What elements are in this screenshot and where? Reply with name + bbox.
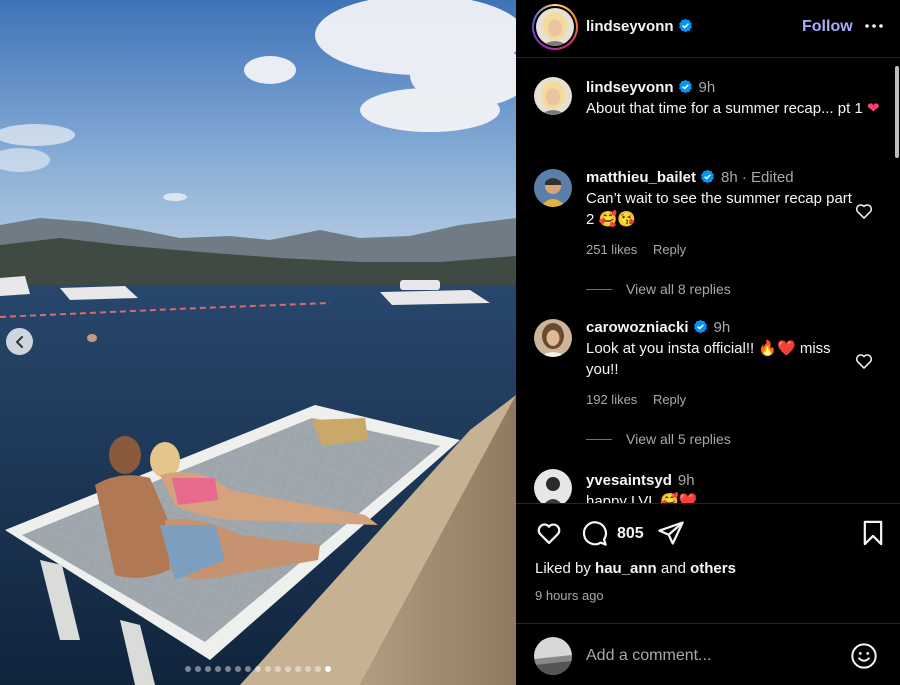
view-replies-label[interactable]: View all 8 replies xyxy=(626,281,731,297)
comment-text: happy LVL 🥰❤️ xyxy=(586,493,698,503)
carousel-dot xyxy=(305,666,311,672)
add-comment-bar xyxy=(516,623,900,685)
comment-time[interactable]: 9h xyxy=(678,472,695,489)
liked-by: Liked by hau_ann and others xyxy=(535,560,736,577)
comments-scrollbar-thumb[interactable] xyxy=(895,66,899,158)
comment-likes[interactable]: 251 likes xyxy=(586,242,637,257)
follow-button[interactable]: Follow xyxy=(802,18,853,36)
carousel-dot xyxy=(185,666,191,672)
verified-icon xyxy=(678,79,692,94)
post-actions: 805 Liked by hau_ann and others 9 hours … xyxy=(516,503,900,623)
carousel-dot xyxy=(255,666,261,672)
view-replies-label[interactable]: View all 5 replies xyxy=(626,431,731,447)
commenter-username[interactable]: yvesaintsyd xyxy=(586,472,672,489)
post-photo[interactable] xyxy=(0,0,516,685)
caption-time[interactable]: 9h xyxy=(699,79,716,96)
liked-by-prefix: Liked by xyxy=(535,560,591,577)
view-replies-button[interactable]: View all 5 replies xyxy=(586,431,731,447)
comment-count: 805 xyxy=(617,525,644,542)
liked-by-user[interactable]: hau_ann xyxy=(595,560,657,577)
comments-list[interactable]: lindseyvonn 9h About that time for a summ… xyxy=(516,59,900,503)
carousel-dot xyxy=(275,666,281,672)
comment-text: Look at you insta official!! 🔥❤️ miss yo… xyxy=(586,340,831,378)
caption-username[interactable]: lindseyvonn xyxy=(586,79,674,96)
chevron-left-icon xyxy=(15,335,23,348)
photo-scene xyxy=(0,0,516,685)
caption-avatar[interactable] xyxy=(534,77,572,115)
liked-by-others[interactable]: others xyxy=(690,560,736,577)
comment-time[interactable]: 8h · Edited xyxy=(721,169,794,186)
carousel-dot xyxy=(205,666,211,672)
reply-button[interactable]: Reply xyxy=(653,242,686,257)
comment-text: Can’t wait to see the summer recap part … xyxy=(586,190,852,228)
reply-button[interactable]: Reply xyxy=(653,392,686,407)
caption-text: About that time for a summer recap... pt… xyxy=(586,100,863,117)
commenter-avatar[interactable] xyxy=(534,319,572,357)
post-header: lindseyvonn Follow xyxy=(516,0,900,58)
carousel-dot xyxy=(245,666,251,672)
share-icon[interactable] xyxy=(657,519,685,547)
carousel-dot xyxy=(285,666,291,672)
carousel-dot xyxy=(225,666,231,672)
carousel-dot xyxy=(295,666,301,672)
author-avatar-ring[interactable] xyxy=(532,4,578,50)
like-comment-heart-icon[interactable] xyxy=(854,351,874,371)
liked-by-and: and xyxy=(660,560,686,577)
comment-input[interactable] xyxy=(586,644,836,668)
current-user-avatar xyxy=(534,637,572,675)
emoji-icon[interactable] xyxy=(850,642,878,670)
carousel-dot xyxy=(325,666,331,672)
like-comment-heart-icon[interactable] xyxy=(854,201,874,221)
comment-icon[interactable] xyxy=(580,519,608,547)
verified-icon xyxy=(701,169,714,184)
author-username[interactable]: lindseyvonn xyxy=(586,18,674,35)
carousel-indicator xyxy=(0,666,516,672)
save-icon[interactable] xyxy=(859,519,887,547)
commenter-username[interactable]: carowozniacki xyxy=(586,319,689,336)
heart-icon[interactable] xyxy=(535,519,563,547)
carousel-dot xyxy=(315,666,321,672)
view-replies-button[interactable]: View all 8 replies xyxy=(586,281,731,297)
post-timestamp[interactable]: 9 hours ago xyxy=(535,588,604,603)
author-avatar[interactable] xyxy=(536,8,574,46)
carousel-dot xyxy=(215,666,221,672)
more-icon[interactable] xyxy=(864,16,884,36)
commenter-avatar[interactable] xyxy=(534,169,572,207)
comment-likes[interactable]: 192 likes xyxy=(586,392,637,407)
commenter-username[interactable]: matthieu_bailet xyxy=(586,169,696,186)
heart-emoji-icon: ❤ xyxy=(866,100,880,117)
carousel-dot xyxy=(235,666,241,672)
carousel-dot xyxy=(265,666,271,672)
carousel-dot xyxy=(195,666,201,672)
post-sidebar: lindseyvonn Follow lindseyvonn 9h About t… xyxy=(516,0,900,685)
verified-icon xyxy=(693,319,707,334)
commenter-avatar[interactable] xyxy=(534,469,572,503)
previous-slide-button[interactable] xyxy=(6,328,33,355)
verified-icon xyxy=(678,18,692,33)
comment-time[interactable]: 9h xyxy=(714,319,731,336)
